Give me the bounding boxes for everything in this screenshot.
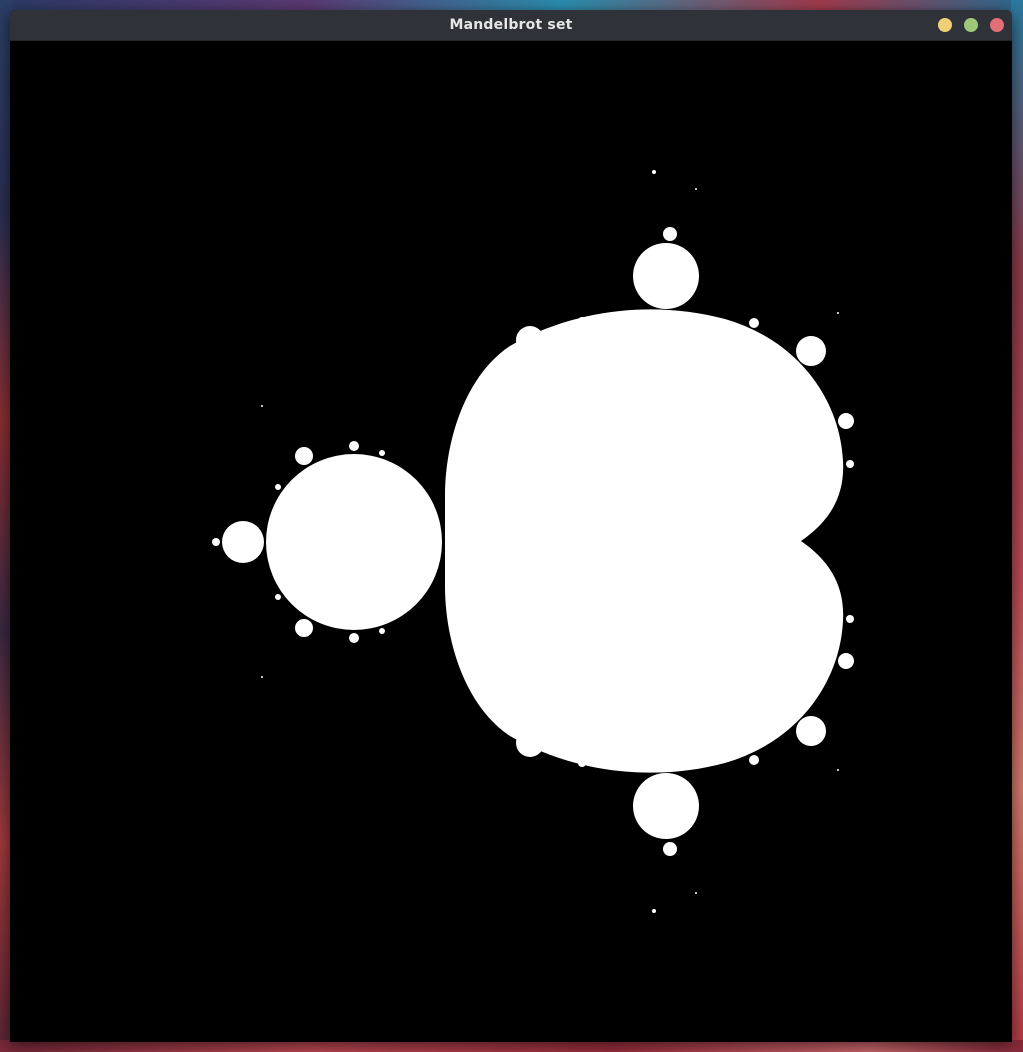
bulb-right-mid-lower bbox=[846, 615, 854, 623]
bulb-left-upper bbox=[481, 382, 495, 396]
bulb-upper-left bbox=[516, 326, 544, 354]
period-2-bulb bbox=[266, 454, 442, 630]
desktop-wallpaper-right bbox=[1011, 0, 1023, 1052]
top-bulb-tip bbox=[663, 227, 677, 241]
bulb-left-lower bbox=[481, 687, 495, 701]
p2-bulb-small-upper bbox=[379, 450, 385, 456]
bulb-left-mid-upper bbox=[467, 418, 473, 424]
bulb-right-upper bbox=[838, 413, 854, 429]
speck-top bbox=[652, 170, 656, 174]
bulb-lower-left bbox=[516, 729, 544, 757]
app-window: Mandelbrot set bbox=[10, 10, 1012, 1042]
bulb-right-lower bbox=[838, 653, 854, 669]
window-controls bbox=[938, 18, 1004, 32]
speck-bottom bbox=[652, 909, 656, 913]
bulb-left-mid-lower bbox=[467, 658, 473, 664]
p2-bulb-top bbox=[349, 441, 359, 451]
p2-bulb-left-upper bbox=[275, 484, 281, 490]
bulb-top-small-2 bbox=[578, 317, 586, 325]
speck-left-lower bbox=[261, 676, 263, 678]
bulb-top-small bbox=[749, 318, 759, 328]
close-icon[interactable] bbox=[990, 18, 1004, 32]
bulb-bottom-small bbox=[749, 755, 759, 765]
window-titlebar[interactable]: Mandelbrot set bbox=[10, 10, 1012, 41]
speck-left-upper bbox=[261, 405, 263, 407]
left-tip-bulb bbox=[212, 538, 220, 546]
speck-top-right bbox=[695, 188, 697, 190]
p2-bulb-upper bbox=[295, 447, 313, 465]
bottom-bulb bbox=[633, 773, 699, 839]
bulb-bottom-small-2 bbox=[578, 759, 586, 767]
left-minibrot-bulb bbox=[222, 521, 264, 563]
mandelbrot-canvas[interactable] bbox=[10, 41, 1012, 1042]
window-title: Mandelbrot set bbox=[449, 17, 573, 33]
speck-bottom-right bbox=[695, 892, 697, 894]
maximize-icon[interactable] bbox=[964, 18, 978, 32]
bulb-lower-right bbox=[796, 716, 826, 746]
p2-bulb-lower bbox=[295, 619, 313, 637]
bottom-bulb-tip bbox=[663, 842, 677, 856]
mandelbrot-render bbox=[10, 41, 1012, 1042]
p2-bulb-small-lower bbox=[379, 628, 385, 634]
p2-bulb-left-lower bbox=[275, 594, 281, 600]
minimize-icon[interactable] bbox=[938, 18, 952, 32]
p2-bulb-bottom bbox=[349, 633, 359, 643]
top-bulb bbox=[633, 243, 699, 309]
bulb-upper-right bbox=[796, 336, 826, 366]
bulb-right-mid-upper bbox=[846, 460, 854, 468]
main-cardioid bbox=[445, 309, 844, 773]
speck-right-upper bbox=[837, 312, 839, 314]
speck-right-lower bbox=[837, 769, 839, 771]
